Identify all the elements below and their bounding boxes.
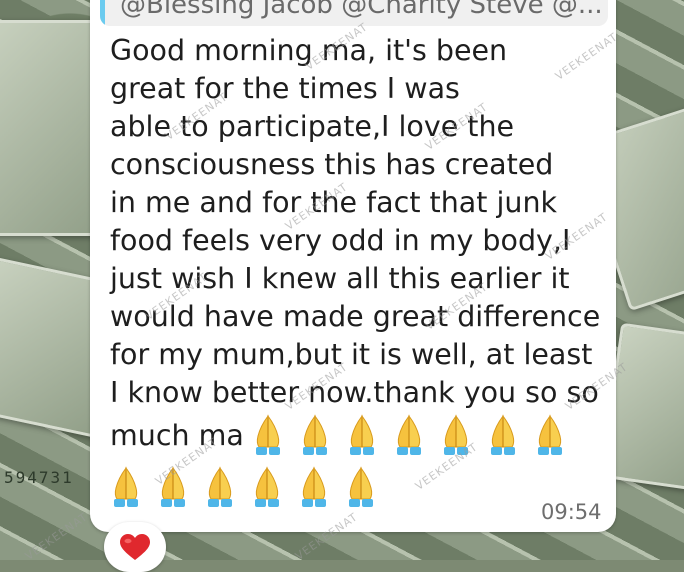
quoted-reply[interactable]: @Blessing Jacob @Charity Steve @...	[100, 0, 608, 26]
message-text: Good morning ma, it's been great for the…	[110, 34, 601, 409]
folded-hands-emoji-icon	[345, 466, 377, 508]
folded-hands-emoji-icon	[110, 466, 142, 508]
folded-hands-emoji-icon	[440, 414, 472, 456]
quoted-reply-text: @Blessing Jacob @Charity Steve @...	[120, 0, 602, 20]
folded-hands-emoji-icon	[298, 466, 330, 508]
quote-accent-bar	[100, 0, 105, 26]
message-timestamp: 09:54	[541, 500, 602, 524]
message-last-line: much ma	[110, 418, 244, 452]
folded-hands-emoji-icon	[251, 466, 283, 508]
folded-hands-emoji-icon	[204, 466, 236, 508]
folded-hands-emoji-icon	[346, 414, 378, 456]
emoji-line-1: much ma	[110, 414, 590, 456]
reaction-badge[interactable]	[104, 522, 166, 572]
folded-hands-emoji-icon	[157, 466, 189, 508]
banknote-serial: 594731	[4, 468, 74, 487]
folded-hands-emoji-icon	[487, 414, 519, 456]
emoji-line-2	[110, 466, 590, 508]
folded-hands-emoji-icon	[393, 414, 425, 456]
folded-hands-emoji-icon	[252, 414, 284, 456]
folded-hands-emoji-icon	[299, 414, 331, 456]
red-heart-emoji-icon	[120, 534, 150, 560]
folded-hands-emoji-icon	[534, 414, 566, 456]
